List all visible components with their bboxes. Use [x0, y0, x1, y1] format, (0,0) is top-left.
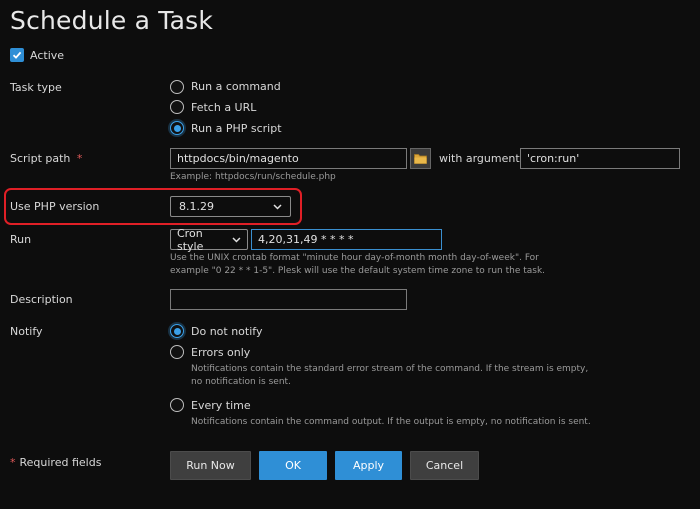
required-mark: *	[10, 456, 16, 469]
cron-input[interactable]: 4,20,31,49 * * * *	[251, 229, 442, 250]
ok-button[interactable]: OK	[259, 451, 327, 480]
php-version-value: 8.1.29	[179, 200, 214, 213]
run-mode-select[interactable]: Cron style	[170, 226, 248, 253]
cron-hint-1: Use the UNIX crontab format "minute hour…	[170, 253, 539, 263]
radio-every-time-label: Every time	[191, 399, 251, 412]
php-version-label: Use PHP version	[10, 200, 100, 213]
script-path-example: Example: httpdocs/run/schedule.php	[170, 172, 336, 182]
radio-every-time[interactable]	[170, 398, 184, 412]
browse-button[interactable]	[410, 148, 431, 169]
chevron-down-icon	[232, 236, 241, 243]
radio-do-not-notify[interactable]	[170, 324, 184, 338]
radio-fetch-url-label: Fetch a URL	[191, 101, 257, 114]
folder-icon	[414, 154, 427, 164]
script-path-label-text: Script path	[10, 152, 71, 165]
run-label: Run	[10, 233, 32, 246]
required-fields-note: * Required fields	[10, 456, 101, 469]
active-label: Active	[30, 49, 65, 62]
cron-hint-2: example "0 22 * * 1-5". Plesk will use t…	[170, 266, 546, 276]
radio-run-command-label: Run a command	[191, 80, 281, 93]
every-time-hint: Notifications contain the command output…	[191, 417, 591, 427]
php-version-select[interactable]: 8.1.29	[170, 196, 291, 217]
required-mark: *	[76, 152, 83, 165]
run-now-button[interactable]: Run Now	[170, 451, 251, 480]
radio-errors-only-label: Errors only	[191, 346, 251, 359]
script-path-label: Script path *	[10, 152, 82, 165]
cancel-button[interactable]: Cancel	[410, 451, 479, 480]
radio-run-php-script[interactable]	[170, 121, 184, 135]
arguments-label: with arguments	[439, 152, 526, 165]
radio-run-php-script-label: Run a PHP script	[191, 122, 282, 135]
description-label: Description	[10, 293, 73, 306]
check-icon	[12, 51, 22, 59]
errors-only-hint-2: no notification is sent.	[191, 377, 291, 387]
page-title: Schedule a Task	[10, 6, 214, 35]
radio-errors-only[interactable]	[170, 345, 184, 359]
radio-do-not-notify-label: Do not notify	[191, 325, 263, 338]
errors-only-hint-1: Notifications contain the standard error…	[191, 364, 589, 374]
notify-label: Notify	[10, 325, 43, 338]
chevron-down-icon	[273, 203, 282, 210]
required-fields-text: Required fields	[19, 456, 102, 469]
arguments-input[interactable]: 'cron:run'	[520, 148, 680, 169]
description-input[interactable]	[170, 289, 407, 310]
task-type-label: Task type	[10, 81, 62, 94]
radio-fetch-url[interactable]	[170, 100, 184, 114]
run-mode-value: Cron style	[177, 226, 204, 253]
script-path-input[interactable]: httpdocs/bin/magento	[170, 148, 407, 169]
active-checkbox[interactable]	[10, 48, 24, 62]
apply-button[interactable]: Apply	[335, 451, 402, 480]
radio-run-command[interactable]	[170, 80, 184, 94]
